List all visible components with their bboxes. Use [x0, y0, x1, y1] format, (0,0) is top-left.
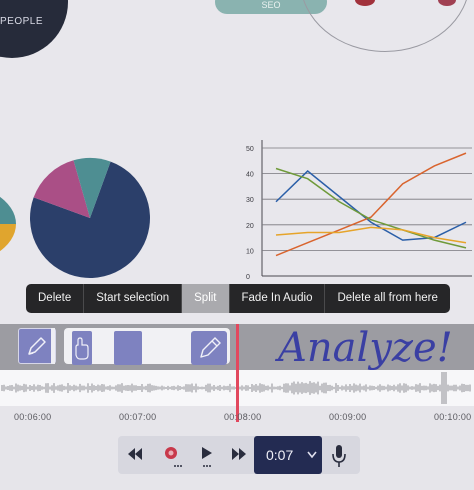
edit-divider [51, 328, 55, 364]
y-tick-label: 30 [246, 197, 254, 204]
fast-forward-icon [232, 448, 246, 460]
line-chart: 0 10 20 30 40 50 [246, 140, 472, 281]
context-menu: Delete Start selection Split Fade In Aud… [26, 284, 450, 313]
pencil-icon [28, 337, 46, 355]
rewind-button[interactable] [124, 444, 146, 464]
y-tick-label: 0 [246, 274, 250, 281]
menu-item-start-selection[interactable]: Start selection [84, 284, 183, 313]
chevron-down-icon [306, 436, 318, 490]
menu-item-split[interactable]: Split [182, 284, 230, 313]
arc-shape [300, 0, 470, 52]
time-display-dropdown[interactable]: 0:07 [254, 436, 322, 474]
y-tick-label: 50 [246, 146, 254, 153]
whiteboard-canvas[interactable]: PEOPLE SEO 0 10 20 30 40 50 [0, 0, 474, 324]
microphone-button[interactable] [328, 442, 350, 470]
playhead[interactable] [236, 324, 239, 422]
menu-item-delete-all-from-here[interactable]: Delete all from here [325, 284, 449, 313]
partial-pie-shape [0, 182, 16, 266]
people-bubble: PEOPLE [0, 0, 68, 58]
menu-item-delete[interactable]: Delete [26, 284, 85, 313]
timeline-label: 00:06:00 [14, 412, 52, 422]
handwriting-text: Analyze! [274, 325, 452, 371]
play-icon [202, 447, 212, 467]
y-tick-label: 20 [246, 223, 254, 230]
timeline-label: 00:09:00 [329, 412, 367, 422]
y-tick-label: 40 [246, 172, 254, 179]
time-value: 0:07 [266, 447, 294, 463]
timeline-label: 00:08:00 [224, 412, 262, 422]
y-tick-label: 10 [246, 248, 254, 255]
clip-selection-thumb[interactable] [114, 331, 142, 365]
timeline-label: 00:07:00 [119, 412, 157, 422]
seo-label: SEO [261, 0, 281, 10]
series-line-0 [275, 170, 467, 241]
record-button[interactable] [160, 442, 186, 470]
hand-pointer-icon [75, 337, 89, 360]
record-icon [165, 447, 182, 467]
people-label: PEOPLE [0, 16, 44, 27]
hand-drag-icon [200, 337, 221, 358]
handwritten-annotation: Analyze! [274, 325, 452, 371]
fast-forward-button[interactable] [228, 444, 250, 464]
timeline-label: 00:10:00 [434, 412, 472, 422]
pie-chart [30, 158, 151, 278]
play-button[interactable] [196, 442, 218, 470]
rewind-icon [128, 448, 142, 460]
clip-trim-handle-right[interactable] [191, 331, 227, 365]
clip-trim-handle-left[interactable] [72, 331, 92, 365]
menu-item-fade-in-audio[interactable]: Fade In Audio [230, 284, 326, 313]
microphone-icon [332, 445, 346, 467]
